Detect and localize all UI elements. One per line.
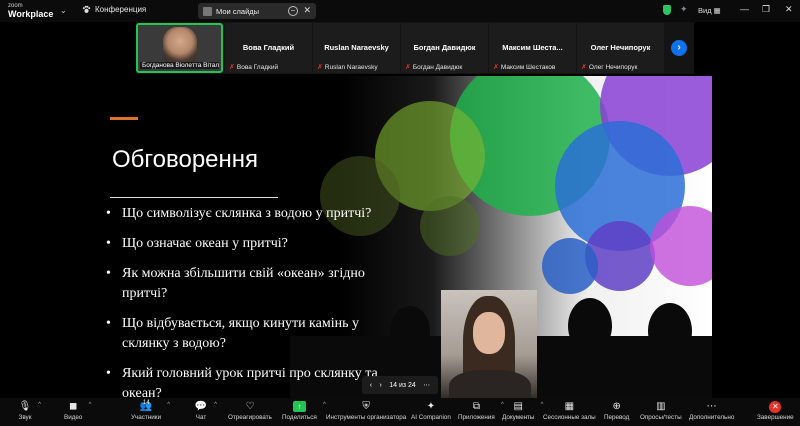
mic-muted-icon: ✗ [317, 64, 323, 71]
chevron-up-icon[interactable]: ^ [38, 402, 41, 408]
end-meeting-button[interactable]: ✕ Завершение [757, 400, 794, 421]
participant-tile[interactable]: Олег Нечипорук ✗ Олег Нечипорук [577, 23, 664, 73]
more-options-icon[interactable]: ⋯ [423, 381, 430, 389]
globe-icon: ⊕ [612, 401, 621, 412]
mic-muted-icon: ✗ [405, 64, 411, 71]
end-icon: ✕ [769, 400, 782, 413]
participant-name: Максим Шеста... [502, 43, 563, 52]
tab-label: Мои слайды [216, 6, 260, 16]
ai-companion-button[interactable]: ✦ AI Companion [411, 400, 451, 421]
shared-slide: Обговорення Що символізує склянка з водо… [90, 76, 712, 398]
sparkle-icon[interactable]: ✦ [680, 4, 688, 15]
share-screen-button[interactable]: ↑ Поделиться ^ [282, 400, 326, 421]
chevron-up-icon[interactable]: ^ [214, 402, 217, 408]
mic-muted-icon: ✗ [229, 64, 235, 71]
share-screen-icon: ↑ [292, 401, 306, 412]
slide-thumbnail-icon [203, 6, 212, 16]
participant-tile-active[interactable]: Богданова Віолетта Віталі... [136, 23, 223, 73]
participant-video [163, 27, 197, 63]
polls-button[interactable]: ▥ Опросы/тесты [640, 400, 682, 421]
heart-icon: ♡ [245, 401, 255, 412]
view-button[interactable]: Вид ▦ [698, 6, 721, 15]
next-slide-icon[interactable]: › [379, 382, 381, 389]
participants-icon: 👥 14 [139, 400, 153, 412]
bullet-item: Як можна збільшити свій «океан» згідно п… [104, 264, 384, 304]
close-window-icon[interactable]: ✕ [785, 4, 793, 15]
restore-window-icon[interactable]: ❐ [762, 4, 770, 15]
participant-tile[interactable]: Максим Шеста... ✗ Максим Шестаков [489, 23, 576, 73]
participant-tile[interactable]: Богдан Давидюк ✗ Богдан Давидюк [401, 23, 488, 73]
bullet-list: Що символізує склянка з водою у притчі? … [104, 204, 384, 398]
participant-name: Богдан Давидюк [413, 43, 476, 52]
video-button[interactable]: ◼ Видео ^ [64, 400, 91, 421]
audio-button[interactable]: 🎙 Звук ^ [18, 400, 41, 421]
grid-view-icon: ▦ [713, 6, 721, 15]
mic-muted-icon: ✗ [581, 64, 587, 71]
participant-name: Ruslan Naraevsky [324, 43, 389, 52]
more-button[interactable]: ⋯ Дополнительно [689, 400, 734, 421]
documents-button[interactable]: ▤ Документы ^ [502, 400, 543, 421]
apps-button[interactable]: ⧉ Приложения ^ [458, 400, 504, 421]
chat-icon: 💬 [194, 401, 208, 412]
zoom-logo: zoom Workplace [8, 3, 54, 19]
previous-slide-icon[interactable]: ‹ [370, 382, 372, 389]
bullet-item: Що відбувається, якщо кинути камінь у ск… [104, 314, 384, 354]
chevron-down-icon[interactable]: ⌄ [60, 6, 67, 15]
document-icon: ▤ [513, 401, 523, 412]
more-icon: ⋯ [706, 401, 717, 412]
minimize-tab-icon[interactable]: − [288, 6, 298, 16]
reactions-button[interactable]: ♡ Отреагировать [228, 400, 272, 421]
poll-icon: ▥ [656, 401, 666, 412]
self-video-tile[interactable] [441, 290, 537, 398]
meeting-toolbar: 🎙 Звук ^ ◼ Видео ^ 👥 14 Участники ^ 💬 Чат… [0, 398, 800, 426]
accent-bar [110, 117, 138, 120]
chevron-up-icon[interactable]: ^ [167, 402, 170, 408]
participant-name: Богданова Віолетта Віталі... [140, 62, 219, 69]
bullet-item: Який головний урок притчі про склянку та… [104, 364, 384, 398]
video-camera-icon: ◼ [69, 401, 78, 412]
slide-navigator: ‹ › 14 из 24 ⋯ [362, 376, 438, 394]
mic-muted-icon: ✗ [493, 64, 499, 71]
tab-my-slides[interactable]: Мои слайды − ✕ [198, 3, 316, 19]
divider [110, 197, 278, 198]
participant-tile[interactable]: Ruslan Naraevsky ✗ Ruslan Naraevsky [313, 23, 400, 73]
conference-button[interactable]: Конференция [82, 5, 146, 14]
slide-title: Обговорення [112, 146, 259, 173]
page-indicator: 14 из 24 [389, 381, 416, 389]
sparkle-icon: ✦ [426, 401, 436, 412]
participant-strip: Богданова Віолетта Віталі... Вова Гладки… [136, 22, 694, 74]
host-tools-button[interactable]: ⛨ Инструменты организатора [326, 400, 406, 421]
bullet-item: Що означає океан у притчі? [104, 234, 384, 254]
breakout-rooms-icon: ▦ [564, 401, 575, 412]
encryption-shield-icon[interactable] [663, 5, 671, 15]
participant-tile[interactable]: Вова Гладкий ✗ Вова Гладкий [225, 23, 312, 73]
close-icon[interactable]: ✕ [303, 5, 311, 16]
translation-button[interactable]: ⊕ Перевод [604, 400, 629, 421]
title-bar: zoom Workplace ⌄ Конференция Мои слайды … [0, 0, 800, 22]
minimize-window-icon[interactable]: — [740, 4, 749, 14]
chat-button[interactable]: 💬 Чат ^ [194, 400, 217, 421]
breakout-rooms-button[interactable]: ▦ Сессионные залы [543, 400, 596, 421]
bullet-item: Що символізує склянка з водою у притчі? [104, 204, 384, 224]
apps-icon: ⧉ [472, 401, 480, 412]
participants-button[interactable]: 👥 14 Участники ^ [131, 400, 170, 421]
shield-icon: ⛨ [362, 401, 370, 412]
next-participants-button[interactable]: › [671, 40, 687, 56]
participant-name: Олег Нечипорук [590, 43, 651, 52]
participant-name: Вова Гладкий [242, 43, 295, 52]
paw-icon [82, 5, 91, 13]
conference-label: Конференция [95, 5, 147, 14]
chevron-up-icon[interactable]: ^ [89, 402, 92, 408]
microphone-icon: 🎙 [18, 401, 32, 412]
